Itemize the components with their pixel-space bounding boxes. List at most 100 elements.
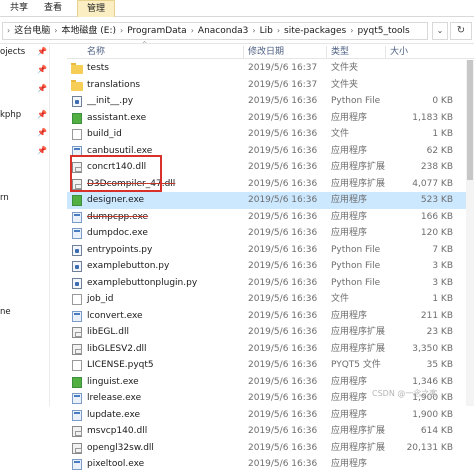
file-row[interactable]: designer.exe 2019/5/6 16:36 应用程序 523 KB — [67, 192, 474, 209]
nav-item-projects[interactable]: ojects — [0, 47, 25, 57]
file-date: 2019/5/6 16:36 — [248, 162, 318, 172]
column-divider[interactable] — [243, 46, 244, 58]
chevron-right-icon[interactable]: › — [273, 26, 284, 35]
file-row[interactable]: D3Dcompiler_47.dll 2019/5/6 16:36 应用程序扩展 4,… — [67, 176, 474, 193]
tab-manage[interactable]: 管理 — [77, 0, 115, 17]
file-size: 1,183 KB — [412, 112, 453, 123]
column-header-size[interactable]: 大小 — [390, 45, 408, 59]
file-type: 应用程序 — [331, 459, 368, 469]
chevron-right-icon[interactable]: › — [248, 26, 259, 35]
breadcrumb-item[interactable]: 本地磁盘 (E:) — [61, 26, 116, 36]
exe-icon — [72, 409, 82, 421]
file-row[interactable]: lupdate.exe 2019/5/6 16:36 应用程序 1,900 KB — [67, 407, 474, 424]
file-date: 2019/5/6 16:36 — [248, 112, 318, 123]
column-header-type[interactable]: 类型 — [331, 45, 349, 59]
file-date: 2019/5/6 16:36 — [248, 327, 318, 337]
file-row[interactable]: pixeltool.exe 2019/5/6 16:36 应用程序 — [67, 456, 474, 473]
chevron-right-icon[interactable]: › — [187, 26, 198, 35]
scrollbar-thumb[interactable] — [467, 60, 473, 180]
file-name: examplebuttonplugin.py — [87, 277, 198, 288]
file-row[interactable]: opengl32sw.dll 2019/5/6 16:36 应用程序扩展 20,131… — [67, 440, 474, 457]
column-header-name[interactable]: 名称 — [87, 45, 105, 59]
vertical-scrollbar[interactable] — [466, 60, 474, 406]
file-name: lrelease.exe — [87, 393, 142, 403]
file-date: 2019/5/6 16:36 — [248, 96, 318, 106]
file-row[interactable]: LICENSE.pyqt5 2019/5/6 16:36 PYQT5 文件 35 KB — [67, 357, 474, 374]
exe-icon — [72, 393, 82, 404]
breadcrumb-item[interactable]: Anaconda3 — [198, 26, 249, 36]
python-file-icon — [72, 244, 82, 256]
file-date: 2019/5/6 16:36 — [248, 129, 318, 139]
file-type: 应用程序 — [331, 195, 368, 205]
file-name: lupdate.exe — [87, 409, 141, 420]
column-divider[interactable] — [326, 46, 327, 58]
file-name: build_id — [87, 129, 122, 139]
file-row[interactable]: tests 2019/5/6 16:37 文件夹 — [67, 60, 474, 77]
qt-app-icon — [72, 112, 82, 124]
file-date: 2019/5/6 16:36 — [248, 426, 318, 436]
pin-icon[interactable]: 📌 — [37, 65, 47, 74]
tab-share[interactable]: 共享 — [6, 0, 32, 17]
pin-icon[interactable]: 📌 — [37, 128, 47, 137]
chevron-right-icon[interactable]: › — [346, 26, 357, 35]
address-bar: › 这台电脑 › 本地磁盘 (E:) › ProgramData › Anaconda3 › Li… — [0, 18, 474, 44]
file-row[interactable]: lconvert.exe 2019/5/6 16:36 应用程序 211 KB — [67, 308, 474, 325]
file-type: Python File — [331, 261, 381, 271]
file-name: concrt140.dll — [87, 162, 147, 172]
file-row[interactable]: assistant.exe 2019/5/6 16:36 应用程序 1,183 KB — [67, 110, 474, 127]
file-type: 应用程序扩展 — [331, 327, 386, 337]
file-type: 应用程序 — [331, 211, 368, 222]
chevron-right-icon[interactable]: › — [116, 26, 127, 35]
nav-item-kphp[interactable]: kphp — [0, 110, 21, 120]
file-row[interactable]: msvcp140.dll 2019/5/6 16:36 应用程序扩展 614 KB — [67, 423, 474, 440]
file-size: 35 KB — [426, 360, 453, 370]
ribbon-tab-bar: 共享 查看 管理 — [0, 0, 474, 17]
file-row[interactable]: dumpdoc.exe 2019/5/6 16:36 应用程序 120 KB — [67, 225, 474, 242]
pin-icon[interactable]: 📌 — [37, 47, 47, 56]
file-name: D3Dcompiler_47.dll — [87, 178, 176, 189]
file-row[interactable]: entrypoints.py 2019/5/6 16:36 Python File 7… — [67, 242, 474, 259]
file-date: 2019/5/6 16:36 — [248, 195, 318, 205]
file-row[interactable]: build_id 2019/5/6 16:36 文件 1 KB — [67, 126, 474, 143]
file-size: 523 KB — [420, 195, 453, 205]
file-row[interactable]: examplebuttonplugin.py 2019/5/6 16:36 Pyth… — [67, 275, 474, 292]
breadcrumb-item[interactable]: ProgramData — [127, 26, 186, 36]
file-row[interactable]: examplebutton.py 2019/5/6 16:36 Python Fil… — [67, 258, 474, 275]
file-date: 2019/5/6 16:36 — [248, 244, 318, 255]
file-type: 文件 — [331, 294, 350, 304]
column-header-date[interactable]: 修改日期 — [248, 45, 284, 59]
nav-item-ne[interactable]: ne — [0, 307, 11, 317]
file-row[interactable]: job_id 2019/5/6 16:36 文件 1 KB — [67, 291, 474, 308]
file-row[interactable]: libGLESV2.dll 2019/5/6 16:36 应用程序扩展 3,350 K… — [67, 341, 474, 358]
python-file-icon — [72, 277, 82, 289]
pin-icon[interactable]: 📌 — [37, 146, 47, 155]
address-history-dropdown[interactable]: ⌄ — [432, 22, 448, 40]
file-row[interactable]: canbusutil.exe 2019/5/6 16:36 应用程序 62 KB — [67, 143, 474, 160]
breadcrumb-item[interactable]: site-packages — [284, 26, 346, 36]
file-size: 166 KB — [420, 211, 453, 222]
breadcrumb-item[interactable]: Lib — [260, 26, 273, 36]
chevron-right-icon[interactable]: › — [50, 26, 61, 35]
breadcrumb-item[interactable]: pyqt5_tools — [357, 26, 409, 36]
breadcrumb[interactable]: › 这台电脑 › 本地磁盘 (E:) › ProgramData › Anaconda3 › Li… — [2, 22, 428, 40]
file-row[interactable]: translations 2019/5/6 16:37 文件夹 — [67, 77, 474, 94]
tab-view[interactable]: 查看 — [40, 0, 66, 17]
pin-icon[interactable]: 📌 — [37, 84, 47, 93]
file-row[interactable]: dumpcpp.exe 2019/5/6 16:36 应用程序 166 KB — [67, 209, 474, 226]
qt-app-icon — [72, 376, 82, 388]
pin-icon[interactable]: 📌 — [37, 110, 47, 119]
nav-item-rn[interactable]: rn — [0, 193, 9, 203]
file-name: lconvert.exe — [87, 310, 143, 321]
file-row[interactable]: concrt140.dll 2019/5/6 16:36 应用程序扩展 238 KB — [67, 159, 474, 176]
file-row[interactable]: __init__.py 2019/5/6 16:36 Python File 0 KB — [67, 93, 474, 110]
file-type: PYQT5 文件 — [331, 360, 381, 370]
breadcrumb-item[interactable]: 这台电脑 — [14, 26, 50, 36]
watermark: CSDN @一念之客 — [372, 389, 438, 398]
refresh-button[interactable]: ↻ — [450, 22, 472, 40]
chevron-right-icon[interactable]: › — [3, 26, 14, 35]
exe-icon — [72, 228, 82, 239]
file-row[interactable]: libEGL.dll 2019/5/6 16:36 应用程序扩展 23 KB — [67, 324, 474, 341]
column-divider[interactable] — [385, 46, 386, 58]
file-type: 应用程序 — [331, 409, 368, 420]
python-file-icon — [72, 96, 82, 107]
